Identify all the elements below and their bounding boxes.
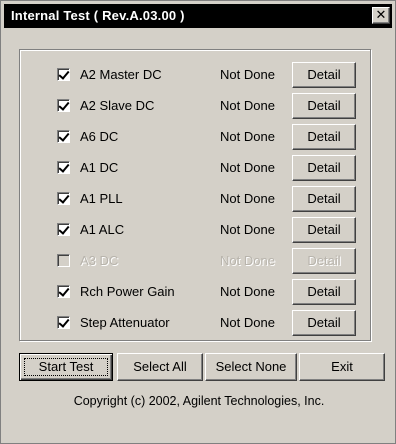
test-label[interactable]: A1 DC — [80, 160, 118, 175]
test-label[interactable]: A1 ALC — [80, 222, 124, 237]
test-checkbox[interactable] — [57, 192, 70, 205]
test-label[interactable]: A1 PLL — [80, 191, 123, 206]
test-label[interactable]: Rch Power Gain — [80, 284, 175, 299]
test-status: Not Done — [220, 253, 275, 268]
close-button[interactable]: ✕ — [372, 7, 390, 24]
test-status: Not Done — [220, 284, 275, 299]
select-all-button[interactable]: Select All — [117, 353, 203, 381]
test-checkbox[interactable] — [57, 68, 70, 81]
test-status: Not Done — [220, 222, 275, 237]
test-label[interactable]: Step Attenuator — [80, 315, 170, 330]
test-row: Step Attenuator Not Done Detail — [20, 310, 372, 336]
test-label: A3 DC — [80, 253, 119, 268]
start-test-button[interactable]: Start Test — [19, 353, 113, 381]
select-none-button[interactable]: Select None — [205, 353, 297, 381]
detail-button: Detail — [292, 248, 356, 274]
test-status: Not Done — [220, 160, 275, 175]
test-label[interactable]: A6 DC — [80, 129, 118, 144]
window-title: Internal Test ( Rev.A.03.00 ) — [11, 8, 185, 23]
test-label[interactable]: A2 Master DC — [80, 67, 162, 82]
test-checkbox[interactable] — [57, 161, 70, 174]
test-row: A6 DC Not Done Detail — [20, 124, 372, 150]
test-row: A3 DC Not Done Detail — [20, 248, 372, 274]
test-status: Not Done — [220, 315, 275, 330]
detail-button[interactable]: Detail — [292, 124, 356, 150]
detail-button[interactable]: Detail — [292, 279, 356, 305]
test-checkbox[interactable] — [57, 316, 70, 329]
test-status: Not Done — [220, 67, 275, 82]
title-bar[interactable]: Internal Test ( Rev.A.03.00 ) ✕ — [4, 4, 392, 28]
test-row: Rch Power Gain Not Done Detail — [20, 279, 372, 305]
test-label[interactable]: A2 Slave DC — [80, 98, 154, 113]
test-list-group: A2 Master DC Not Done Detail A2 Slave DC Not… — [19, 49, 371, 341]
test-checkbox[interactable] — [57, 99, 70, 112]
test-status: Not Done — [220, 129, 275, 144]
detail-button[interactable]: Detail — [292, 62, 356, 88]
select-none-label: Select None — [215, 359, 287, 374]
test-checkbox[interactable] — [57, 285, 70, 298]
detail-button[interactable]: Detail — [292, 186, 356, 212]
test-status: Not Done — [220, 98, 275, 113]
detail-button[interactable]: Detail — [292, 155, 356, 181]
test-row: A2 Slave DC Not Done Detail — [20, 93, 372, 119]
detail-button[interactable]: Detail — [292, 310, 356, 336]
close-icon: ✕ — [375, 7, 387, 22]
test-status: Not Done — [220, 191, 275, 206]
test-row: A1 ALC Not Done Detail — [20, 217, 372, 243]
exit-button[interactable]: Exit — [299, 353, 385, 381]
focus-rect — [24, 358, 108, 376]
test-checkbox[interactable] — [57, 130, 70, 143]
test-checkbox — [57, 254, 70, 267]
select-all-label: Select All — [133, 359, 187, 374]
test-row: A1 DC Not Done Detail — [20, 155, 372, 181]
test-row: A2 Master DC Not Done Detail — [20, 62, 372, 88]
test-checkbox[interactable] — [57, 223, 70, 236]
detail-button[interactable]: Detail — [292, 93, 356, 119]
copyright-text: Copyright (c) 2002, Agilent Technologies… — [73, 394, 325, 408]
detail-button[interactable]: Detail — [292, 217, 356, 243]
internal-test-dialog: Internal Test ( Rev.A.03.00 ) ✕ A2 Maste… — [0, 0, 396, 444]
exit-label: Exit — [331, 359, 353, 374]
test-row: A1 PLL Not Done Detail — [20, 186, 372, 212]
